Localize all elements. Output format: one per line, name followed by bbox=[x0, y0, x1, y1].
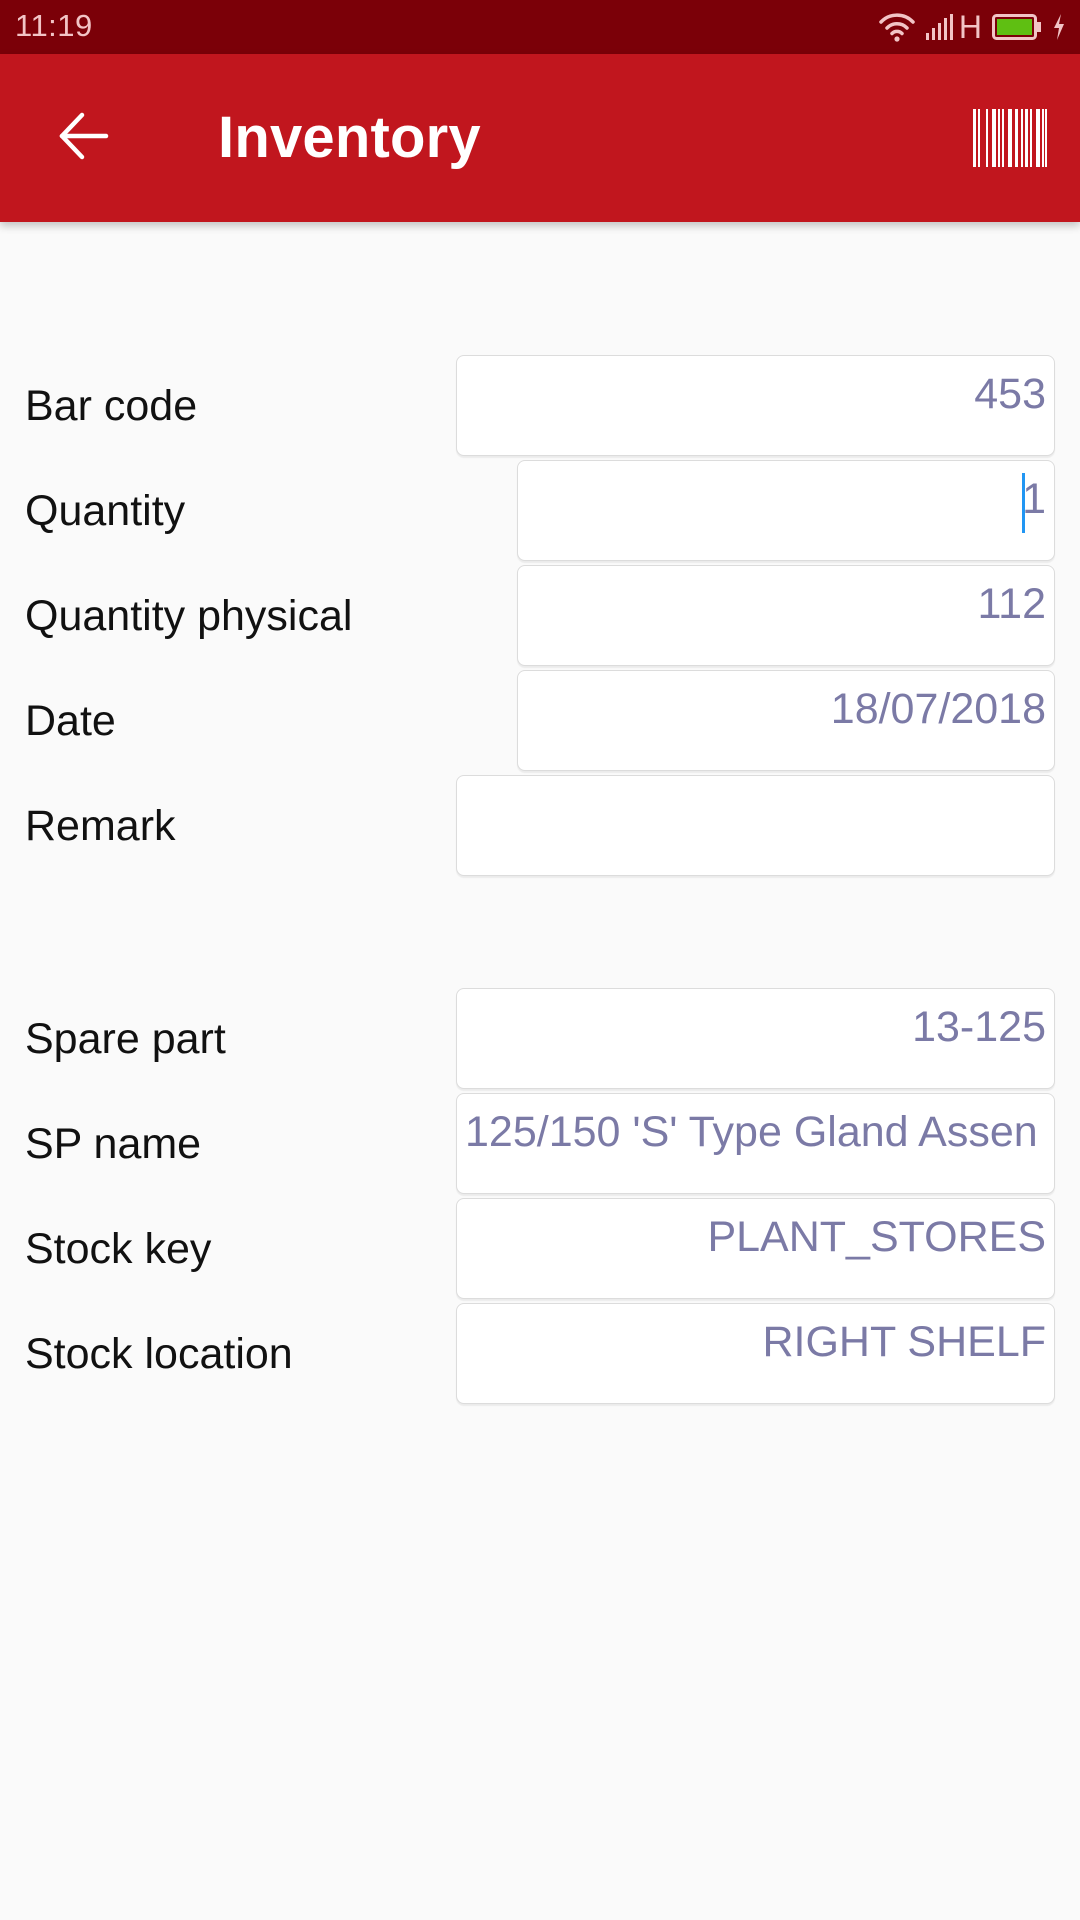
stock-location-label: Stock location bbox=[25, 1330, 293, 1378]
signal-icon bbox=[925, 13, 953, 41]
sp-name-label: SP name bbox=[25, 1120, 202, 1168]
date-value: 18/07/2018 bbox=[830, 685, 1046, 733]
date-input[interactable]: 18/07/2018 bbox=[517, 670, 1055, 771]
status-bar: 11:19 H bbox=[0, 0, 1080, 54]
row-remark: Remark bbox=[0, 775, 1080, 878]
date-label: Date bbox=[25, 697, 116, 745]
spare-part-label: Spare part bbox=[25, 1015, 226, 1063]
stock-key-label: Stock key bbox=[25, 1225, 212, 1273]
page-title: Inventory bbox=[218, 105, 481, 170]
stock-key-input[interactable]: PLANT_STORES bbox=[456, 1198, 1055, 1299]
spare-part-input[interactable]: 13-125 bbox=[456, 988, 1055, 1089]
back-button[interactable] bbox=[44, 98, 124, 178]
charging-icon bbox=[1052, 13, 1066, 41]
quantity-physical-label: Quantity physical bbox=[25, 592, 353, 640]
status-time: 11:19 bbox=[15, 8, 93, 43]
spare-part-value: 13-125 bbox=[912, 1003, 1046, 1051]
remark-label: Remark bbox=[25, 802, 176, 850]
quantity-physical-value: 112 bbox=[977, 580, 1046, 628]
battery-icon bbox=[992, 14, 1042, 40]
remark-input[interactable] bbox=[456, 775, 1055, 876]
stock-key-value: PLANT_STORES bbox=[707, 1213, 1046, 1261]
row-quantity-physical: Quantity physical 112 bbox=[0, 565, 1080, 668]
sp-name-input[interactable]: 125/150 'S' Type Gland Assen bbox=[456, 1093, 1055, 1194]
bar-code-value: 453 bbox=[974, 370, 1046, 418]
scan-barcode-button[interactable] bbox=[960, 100, 1060, 180]
sp-name-value: 125/150 'S' Type Gland Assen bbox=[465, 1108, 1038, 1156]
stock-location-value: RIGHT SHELF bbox=[762, 1318, 1046, 1366]
network-type: H bbox=[958, 9, 982, 45]
quantity-input[interactable]: 1 bbox=[517, 460, 1055, 561]
row-stock-key: Stock key PLANT_STORES bbox=[0, 1198, 1080, 1301]
wifi-icon bbox=[879, 12, 915, 42]
bar-code-input[interactable]: 453 bbox=[456, 355, 1055, 456]
bar-code-label: Bar code bbox=[25, 382, 198, 430]
arrow-left-icon bbox=[58, 112, 110, 165]
row-stock-location: Stock location RIGHT SHELF bbox=[0, 1303, 1080, 1406]
stock-location-input[interactable]: RIGHT SHELF bbox=[456, 1303, 1055, 1404]
row-date: Date 18/07/2018 bbox=[0, 670, 1080, 773]
app-bar: Inventory bbox=[0, 54, 1080, 222]
row-sp-name: SP name 125/150 'S' Type Gland Assen bbox=[0, 1093, 1080, 1196]
quantity-value: 1 bbox=[1022, 475, 1046, 523]
quantity-physical-input[interactable]: 112 bbox=[517, 565, 1055, 666]
quantity-label: Quantity bbox=[25, 487, 186, 535]
row-bar-code: Bar code 453 bbox=[0, 355, 1080, 458]
status-icons: H bbox=[879, 10, 1066, 44]
barcode-scan-icon bbox=[973, 108, 1047, 172]
row-quantity: Quantity 1 bbox=[0, 460, 1080, 563]
row-spare-part: Spare part 13-125 bbox=[0, 988, 1080, 1091]
